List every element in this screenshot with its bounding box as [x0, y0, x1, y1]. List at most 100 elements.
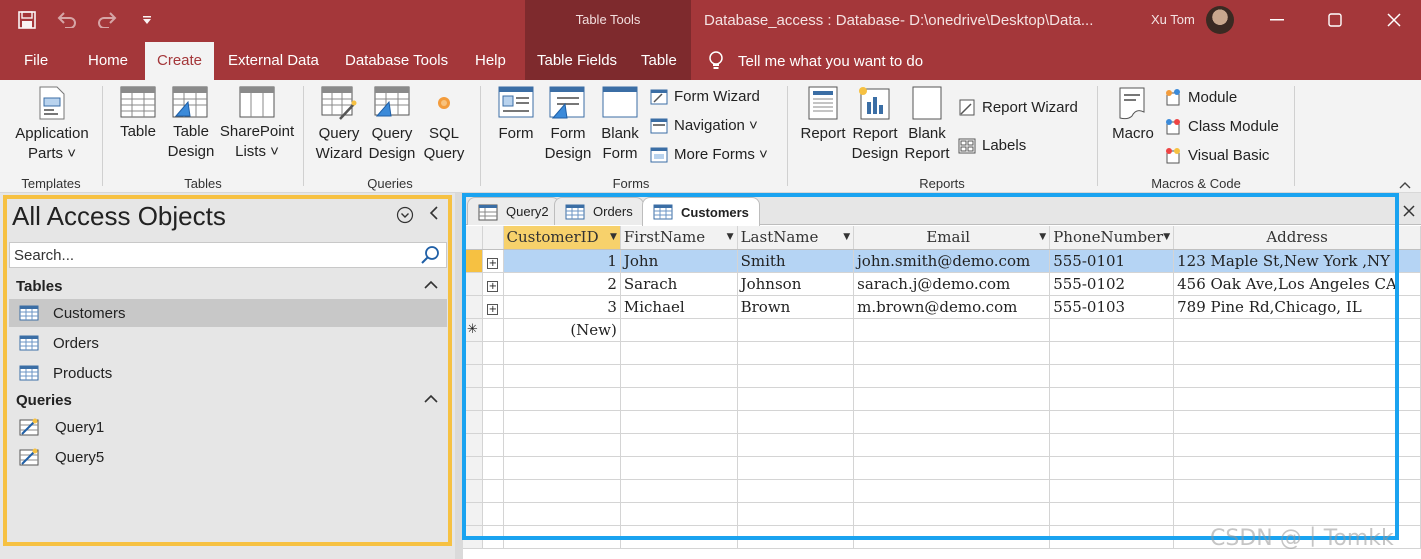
cell-phonenumber[interactable]: 555-0103	[1049, 295, 1175, 319]
user-name[interactable]: Xu Tom	[1151, 12, 1195, 27]
cell-firstname[interactable]: Sarach	[620, 272, 738, 296]
nav-item-products[interactable]: Products	[9, 359, 447, 387]
avatar[interactable]	[1206, 6, 1234, 34]
column-header-email[interactable]: Email ▼	[853, 226, 1051, 250]
tab-create[interactable]: Create	[145, 42, 215, 80]
cell-empty[interactable]	[737, 318, 855, 342]
form-wizard-button[interactable]: Form Wizard	[650, 88, 760, 105]
column-filter-icon[interactable]: ▼	[843, 232, 850, 242]
pane-splitter[interactable]	[455, 193, 463, 559]
sql-query-button[interactable]: SQL Query	[418, 86, 470, 164]
sharepoint-lists-button[interactable]: SharePoint Lists ˅	[217, 86, 297, 162]
cell-lastname[interactable]: Brown	[737, 295, 855, 319]
queries-section-header[interactable]: Queries	[16, 392, 72, 409]
queries-collapse-icon[interactable]	[424, 391, 438, 408]
undo-icon[interactable]	[54, 8, 80, 32]
nav-pane-title[interactable]: All Access Objects	[12, 201, 226, 232]
table-row[interactable]: + 2 Sarach Johnson sarach.j@demo.com 555…	[463, 272, 1421, 296]
application-parts-button[interactable]: Application Parts ˅	[8, 86, 96, 164]
nav-pane-collapse-icon[interactable]	[428, 205, 440, 225]
query-design-button[interactable]: Query Design	[366, 86, 418, 164]
column-header-firstname[interactable]: FirstName ▼	[620, 226, 738, 250]
table-row[interactable]: + 3 Michael Brown m.brown@demo.com 555-0…	[463, 295, 1421, 319]
nav-item-customers[interactable]: Customers	[9, 299, 447, 327]
tell-me-box[interactable]: Tell me what you want to do	[708, 42, 923, 80]
expand-row-button[interactable]: +	[482, 249, 504, 273]
new-record-icon[interactable]: ✳	[463, 318, 484, 342]
search-icon[interactable]	[420, 244, 442, 266]
cell-empty[interactable]	[853, 318, 1051, 342]
cell-firstname[interactable]: Michael	[620, 295, 738, 319]
tab-table-fields[interactable]: Table Fields	[525, 42, 629, 80]
visual-basic-button[interactable]: Visual Basic	[1164, 146, 1269, 164]
cell-empty[interactable]	[620, 318, 738, 342]
cell-empty[interactable]	[1049, 318, 1175, 342]
expand-row-button[interactable]: +	[482, 272, 504, 296]
row-selector[interactable]	[463, 249, 484, 273]
table-design-button[interactable]: Table Design	[165, 86, 217, 162]
query-wizard-button[interactable]: Query Wizard	[312, 86, 366, 164]
tables-section-header[interactable]: Tables	[16, 278, 62, 295]
collapse-ribbon-icon[interactable]	[1399, 176, 1411, 192]
nav-pane-menu-icon[interactable]	[396, 206, 414, 228]
cell-empty[interactable]	[1173, 318, 1421, 342]
table-row[interactable]: + 1 John Smith john.smith@demo.com 555-0…	[463, 249, 1421, 273]
cell-customerid[interactable]: 1	[503, 249, 621, 273]
report-design-button[interactable]: Report Design	[850, 86, 900, 164]
tables-collapse-icon[interactable]	[424, 277, 438, 294]
row-selector[interactable]	[463, 295, 484, 319]
expand-row-button[interactable]: +	[482, 295, 504, 319]
table-button[interactable]: Table	[113, 86, 163, 142]
nav-search-box[interactable]	[9, 242, 447, 268]
nav-item-orders[interactable]: Orders	[9, 329, 447, 357]
column-filter-icon[interactable]: ▼	[727, 232, 734, 242]
cell-email[interactable]: m.brown@demo.com	[853, 295, 1051, 319]
minimize-icon[interactable]	[1263, 8, 1291, 32]
column-header-address[interactable]: Address	[1173, 226, 1421, 250]
doc-tab-customers[interactable]: Customers	[642, 197, 760, 226]
form-button[interactable]: Form	[493, 86, 539, 144]
cell-lastname[interactable]: Smith	[737, 249, 855, 273]
new-record-row[interactable]: ✳ (New)	[463, 318, 1421, 342]
cell-email[interactable]: sarach.j@demo.com	[853, 272, 1051, 296]
blank-report-button[interactable]: Blank Report	[902, 86, 952, 164]
labels-button[interactable]: Labels	[958, 137, 1026, 154]
doc-tab-orders[interactable]: Orders	[554, 197, 644, 225]
nav-item-query5[interactable]: Query5	[9, 443, 447, 471]
doc-tab-query2[interactable]: Query2	[467, 197, 560, 225]
tab-home[interactable]: Home	[76, 42, 140, 80]
blank-form-button[interactable]: Blank Form	[595, 86, 645, 164]
cell-lastname[interactable]: Johnson	[737, 272, 855, 296]
close-document-icon[interactable]	[1403, 201, 1415, 222]
save-icon[interactable]	[14, 8, 40, 32]
close-icon[interactable]	[1380, 8, 1408, 32]
navigation-button[interactable]: Navigation ˅	[650, 117, 758, 134]
redo-icon[interactable]	[94, 8, 120, 32]
maximize-icon[interactable]	[1321, 8, 1349, 32]
cell-customerid[interactable]: 2	[503, 272, 621, 296]
tab-external-data[interactable]: External Data	[216, 42, 331, 80]
cell-email[interactable]: john.smith@demo.com	[853, 249, 1051, 273]
cell-new[interactable]: (New)	[503, 318, 621, 342]
cell-address[interactable]: 789 Pine Rd,Chicago, IL	[1173, 295, 1421, 319]
cell-address[interactable]: 123 Maple St,New York ,NY	[1173, 249, 1421, 273]
column-header-phonenumber[interactable]: PhoneNumber ▼	[1049, 226, 1175, 250]
tab-database-tools[interactable]: Database Tools	[333, 42, 460, 80]
tab-table[interactable]: Table	[629, 42, 689, 80]
cell-firstname[interactable]: John	[620, 249, 738, 273]
column-filter-icon[interactable]: ▼	[610, 232, 617, 242]
customize-qat-icon[interactable]	[134, 8, 160, 32]
module-button[interactable]: Module	[1164, 88, 1237, 106]
column-header-customerid[interactable]: CustomerID ▼	[503, 226, 621, 250]
select-all-corner[interactable]	[463, 226, 484, 250]
cell-address[interactable]: 456 Oak Ave,Los Angeles CA	[1173, 272, 1421, 296]
row-selector[interactable]	[463, 272, 484, 296]
column-header-lastname[interactable]: LastName ▼	[737, 226, 855, 250]
form-design-button[interactable]: Form Design	[541, 86, 595, 164]
search-input[interactable]	[14, 246, 420, 264]
tab-help[interactable]: Help	[463, 42, 518, 80]
report-wizard-button[interactable]: Report Wizard	[958, 98, 1078, 116]
nav-item-query1[interactable]: Query1	[9, 413, 447, 441]
cell-customerid[interactable]: 3	[503, 295, 621, 319]
more-forms-button[interactable]: More Forms ˅	[650, 146, 768, 163]
